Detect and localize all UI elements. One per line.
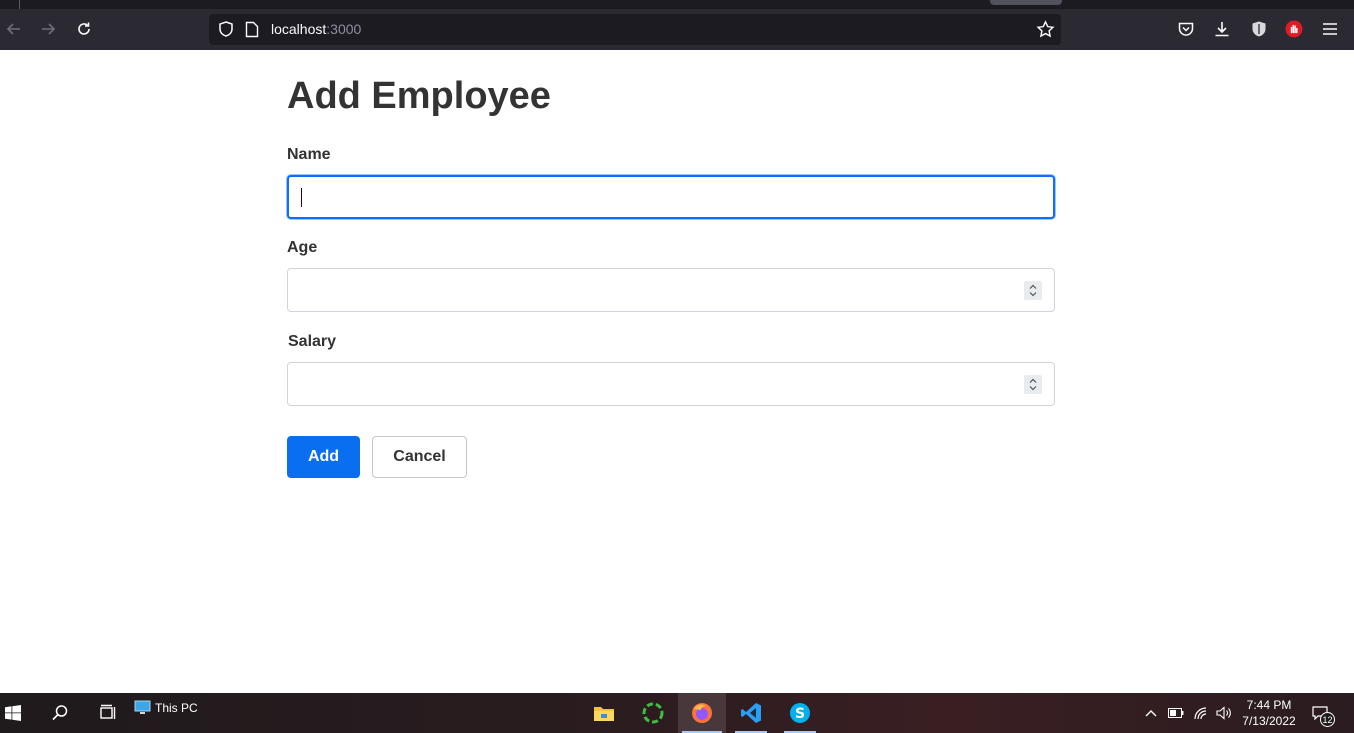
browser-tab-strip — [0, 0, 1354, 9]
windows-logo-icon — [5, 705, 21, 721]
battery-tray[interactable] — [1168, 693, 1186, 733]
address-bar[interactable]: localhost:3000 — [209, 14, 1061, 45]
reload-icon — [78, 22, 90, 35]
name-label: Name — [287, 146, 331, 163]
salary-spinner[interactable] — [1024, 375, 1042, 394]
text-caret — [301, 188, 302, 207]
forward-button[interactable] — [34, 15, 62, 43]
computer-icon — [134, 700, 151, 714]
pocket-icon[interactable] — [1175, 18, 1197, 40]
task-view-icon — [100, 704, 116, 719]
arrow-left-icon — [6, 23, 20, 35]
hamburger-menu-icon[interactable] — [1319, 18, 1341, 40]
wifi-icon — [1194, 707, 1207, 720]
show-hidden-icons-button[interactable] — [1144, 693, 1160, 733]
system-clock[interactable]: 7:44 PM 7/13/2022 — [1236, 697, 1302, 729]
page-title: Add Employee — [287, 75, 551, 117]
this-pc-label: This PC — [155, 701, 198, 715]
svg-text:S: S — [795, 706, 805, 722]
reload-button[interactable] — [70, 15, 98, 43]
notification-count-badge: 12 — [1320, 712, 1335, 727]
taskbar-firefox[interactable] — [678, 693, 726, 733]
skype-icon: S — [790, 703, 810, 723]
salary-input[interactable] — [287, 362, 1055, 406]
clock-time: 7:44 PM — [1246, 698, 1292, 712]
vscode-icon — [741, 703, 761, 723]
page-info-icon[interactable] — [245, 21, 259, 43]
tab-overflow-hint[interactable] — [990, 0, 1062, 5]
url-port: :3000 — [326, 21, 362, 37]
network-tray[interactable] — [1193, 693, 1211, 733]
volume-tray[interactable] — [1216, 693, 1234, 733]
spinner-arrows-icon — [1029, 378, 1037, 391]
search-icon — [52, 705, 68, 721]
age-spinner[interactable] — [1024, 281, 1042, 300]
clock-date: 7/13/2022 — [1242, 714, 1296, 728]
url-host: localhost — [271, 21, 327, 37]
chevron-up-icon — [1145, 710, 1157, 717]
age-input[interactable] — [287, 268, 1055, 312]
circular-sync-icon — [642, 702, 664, 724]
battery-icon — [1168, 708, 1184, 718]
taskbar-sync-app[interactable] — [633, 693, 673, 733]
adblock-extension-icon[interactable] — [1283, 18, 1305, 40]
url-text[interactable]: localhost:3000 — [271, 21, 361, 37]
cancel-button[interactable]: Cancel — [372, 436, 467, 478]
spinner-arrows-icon — [1029, 284, 1037, 297]
taskbar-vscode[interactable] — [731, 693, 771, 733]
speaker-icon — [1216, 706, 1231, 720]
add-button[interactable]: Add — [287, 436, 360, 478]
downloads-icon[interactable] — [1211, 18, 1233, 40]
arrow-right-icon — [42, 23, 56, 35]
taskbar-file-explorer[interactable] — [584, 693, 624, 733]
search-button[interactable] — [40, 693, 80, 733]
folder-icon — [594, 707, 614, 721]
bookmark-star-icon[interactable] — [1036, 20, 1055, 44]
tracking-protection-icon[interactable] — [217, 20, 235, 43]
age-label: Age — [287, 239, 318, 256]
name-input[interactable] — [287, 175, 1055, 219]
windows-taskbar: This PC S 7:44 PM 7/13/2022 12 — [0, 693, 1354, 733]
taskbar-skype[interactable]: S — [780, 693, 820, 733]
back-button[interactable] — [0, 15, 28, 43]
browser-navbar: localhost:3000 — [0, 9, 1354, 50]
start-button[interactable] — [0, 693, 26, 733]
tab-separator — [19, 0, 20, 9]
salary-label: Salary — [288, 333, 337, 350]
extension-shield-icon[interactable] — [1248, 18, 1270, 40]
task-view-button[interactable] — [88, 693, 128, 733]
this-pc-shortcut[interactable]: This PC — [134, 700, 198, 716]
firefox-icon — [692, 703, 712, 723]
